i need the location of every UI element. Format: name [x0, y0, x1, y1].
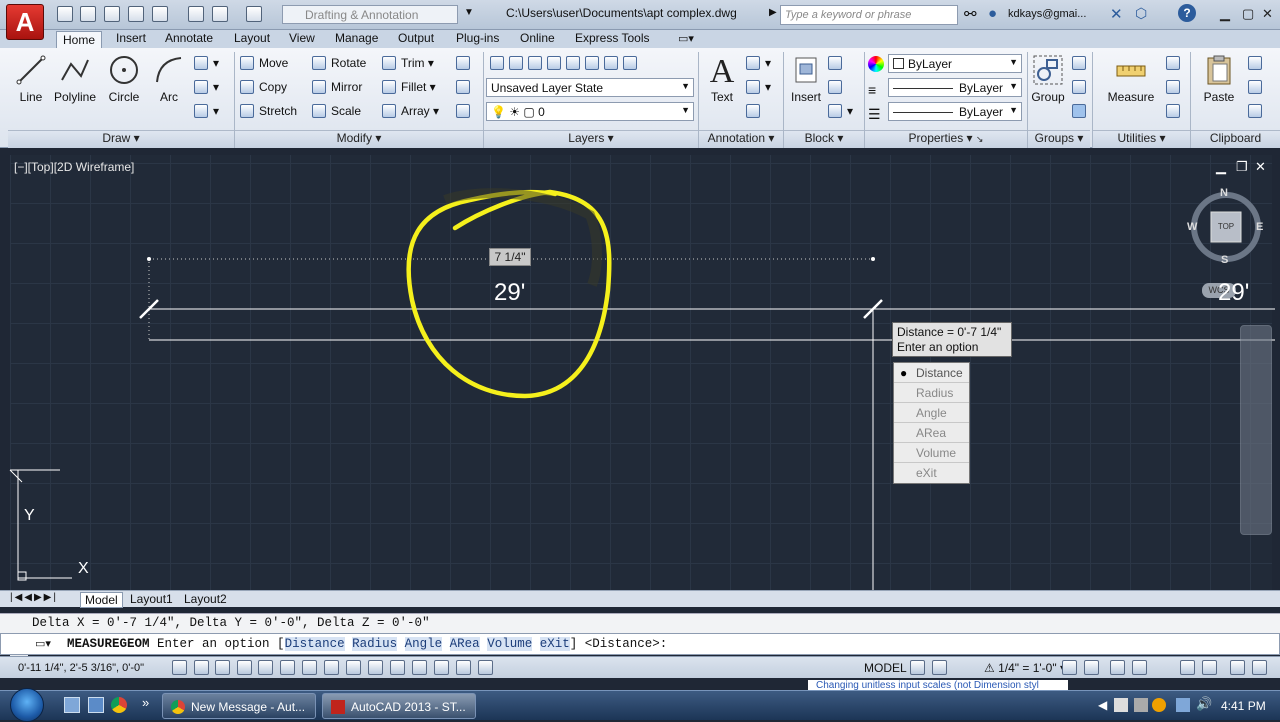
- command-history: Delta X = 0'-7 1/4", Delta Y = 0'-0", De…: [0, 613, 1280, 633]
- ucs-x-label: X: [78, 560, 89, 577]
- option-distance[interactable]: ● Distance: [894, 363, 969, 383]
- chrome-icon: [171, 700, 185, 714]
- task-label: New Message - Aut...: [191, 700, 306, 714]
- measure-point-end: [871, 257, 875, 261]
- compass-east[interactable]: E: [1256, 221, 1263, 233]
- highlight-shadow: [443, 188, 602, 287]
- option-angle[interactable]: Angle: [894, 403, 969, 423]
- quick-properties-icon[interactable]: [434, 660, 449, 675]
- taskbar-task-autocad[interactable]: AutoCAD 2013 - ST...: [322, 693, 476, 719]
- tooltip-prompt: Enter an option: [897, 340, 979, 354]
- command-prompt: Enter an option [: [157, 637, 285, 651]
- ucs-origin-box: [17, 571, 27, 581]
- lineweight-toggle-icon[interactable]: [390, 660, 405, 675]
- selection-cycling-icon[interactable]: [456, 660, 471, 675]
- more-icon[interactable]: »: [142, 695, 149, 710]
- show-desktop-icon[interactable]: [64, 697, 80, 713]
- transparency-icon[interactable]: [412, 660, 427, 675]
- object-snap-icon[interactable]: [280, 660, 295, 675]
- keyword-angle[interactable]: Angle: [404, 637, 443, 651]
- dimension-value-box: 7 1/4": [489, 248, 531, 266]
- keyword-area[interactable]: ARea: [449, 637, 480, 651]
- tab-layout2[interactable]: Layout2: [180, 592, 231, 606]
- option-label: Distance: [916, 366, 963, 380]
- crosshair-diagonal: [9, 469, 23, 483]
- keyword-radius[interactable]: Radius: [352, 637, 398, 651]
- annotation-scale-dropdown[interactable]: ⚠ 1/4" = 1'-0" ▾: [984, 661, 1066, 675]
- autocad-icon: [331, 700, 345, 714]
- layout-tabs: |◀◀▶▶| Model Layout1 Layout2: [0, 590, 1280, 608]
- fullscreen-icon[interactable]: [1252, 660, 1267, 675]
- keyword-distance[interactable]: Distance: [284, 637, 345, 651]
- tray-app-icon[interactable]: [1114, 698, 1128, 712]
- annotation-visibility-icon[interactable]: [1062, 660, 1077, 675]
- action-center-icon[interactable]: [1176, 698, 1190, 712]
- measure-point-start: [147, 257, 151, 261]
- selected-bullet-icon: ●: [900, 366, 908, 380]
- infer-constraints-icon[interactable]: [172, 660, 187, 675]
- application-menu-button[interactable]: A: [6, 4, 44, 40]
- dynamic-input-icon[interactable]: [368, 660, 383, 675]
- drawing-geometry: [9, 188, 1275, 590]
- tooltip-distance: Distance = 0'-7 1/4": [897, 325, 1002, 339]
- option-menu: ● Distance Radius Angle ARea Volume eXit: [893, 362, 970, 484]
- polar-tracking-icon[interactable]: [258, 660, 273, 675]
- option-radius[interactable]: Radius: [894, 383, 969, 403]
- option-area[interactable]: ARea: [894, 423, 969, 443]
- chrome-icon[interactable]: [111, 697, 127, 713]
- hardware-acceleration-icon[interactable]: [1202, 660, 1217, 675]
- tab-layout1[interactable]: Layout1: [126, 592, 177, 606]
- quick-view-layouts-icon[interactable]: [910, 660, 925, 675]
- explorer-icon[interactable]: [88, 697, 104, 713]
- tray-expand-icon[interactable]: ◀: [1098, 698, 1107, 712]
- clean-screen-icon[interactable]: [1230, 660, 1245, 675]
- isolate-objects-icon[interactable]: [1180, 660, 1195, 675]
- dynamic-ucs-icon[interactable]: [346, 660, 361, 675]
- auto-scale-icon[interactable]: [1084, 660, 1099, 675]
- taskbar-task-email[interactable]: New Message - Aut...: [162, 693, 316, 719]
- model-space-button[interactable]: MODEL: [864, 661, 907, 675]
- status-bar: 0'-11 1/4", 2'-5 3/16", 0'-0" MODEL ⚠ 1/…: [0, 656, 1280, 678]
- annotation-monitor-icon[interactable]: [478, 660, 493, 675]
- option-exit[interactable]: eXit: [894, 463, 969, 483]
- annotation-scale-icon: ⚠: [984, 661, 999, 675]
- cursor-coordinates[interactable]: 0'-11 1/4", 2'-5 3/16", 0'-0": [18, 662, 144, 674]
- notification-peek: Changing unitless input scales (not Dime…: [808, 680, 1068, 690]
- command-name: MEASUREGEOM: [67, 637, 150, 651]
- keyword-exit[interactable]: eXit: [539, 637, 570, 651]
- tab-model[interactable]: Model: [80, 592, 123, 608]
- navigation-bar[interactable]: [1240, 325, 1272, 535]
- system-clock[interactable]: 4:41 PM: [1221, 699, 1266, 713]
- command-line[interactable]: ▭▾ MEASUREGEOM Enter an option [Distance…: [0, 633, 1280, 655]
- option-volume[interactable]: Volume: [894, 443, 969, 463]
- grid-display-icon[interactable]: [215, 660, 230, 675]
- snap-mode-icon[interactable]: [194, 660, 209, 675]
- keyword-volume[interactable]: Volume: [487, 637, 533, 651]
- tray-app-icon[interactable]: [1134, 698, 1148, 712]
- windows-taskbar: » New Message - Aut... AutoCAD 2013 - ST…: [0, 688, 1280, 722]
- tray-app-icon[interactable]: [1152, 698, 1166, 712]
- task-label: AutoCAD 2013 - ST...: [351, 700, 466, 714]
- command-suffix: ] <Distance>:: [569, 637, 668, 651]
- compass-west[interactable]: W: [1187, 221, 1197, 233]
- measure-tooltip: Distance = 0'-7 1/4" Enter an option: [892, 322, 1012, 357]
- quick-view-drawings-icon[interactable]: [932, 660, 947, 675]
- ortho-mode-icon[interactable]: [237, 660, 252, 675]
- dimension-text: 29': [494, 279, 526, 306]
- object-snap-tracking-icon[interactable]: [324, 660, 339, 675]
- lock-icon[interactable]: [1132, 660, 1147, 675]
- compass-north[interactable]: N: [1220, 187, 1228, 199]
- annotation-scale-value: 1/4" = 1'-0": [998, 661, 1057, 675]
- dimension-text-right: 29': [1218, 279, 1250, 306]
- windows-start-button[interactable]: [10, 688, 44, 722]
- ucs-y-label: Y: [24, 507, 35, 524]
- 3d-object-snap-icon[interactable]: [302, 660, 317, 675]
- tab-navigation-arrows[interactable]: |◀◀▶▶|: [10, 592, 58, 603]
- compass-south[interactable]: S: [1221, 254, 1228, 266]
- workspace-switching-icon[interactable]: [1110, 660, 1125, 675]
- volume-icon[interactable]: 🔊: [1196, 696, 1212, 712]
- view-cube-label: TOP: [1217, 222, 1235, 231]
- command-customize-icon[interactable]: ▭▾: [35, 637, 51, 651]
